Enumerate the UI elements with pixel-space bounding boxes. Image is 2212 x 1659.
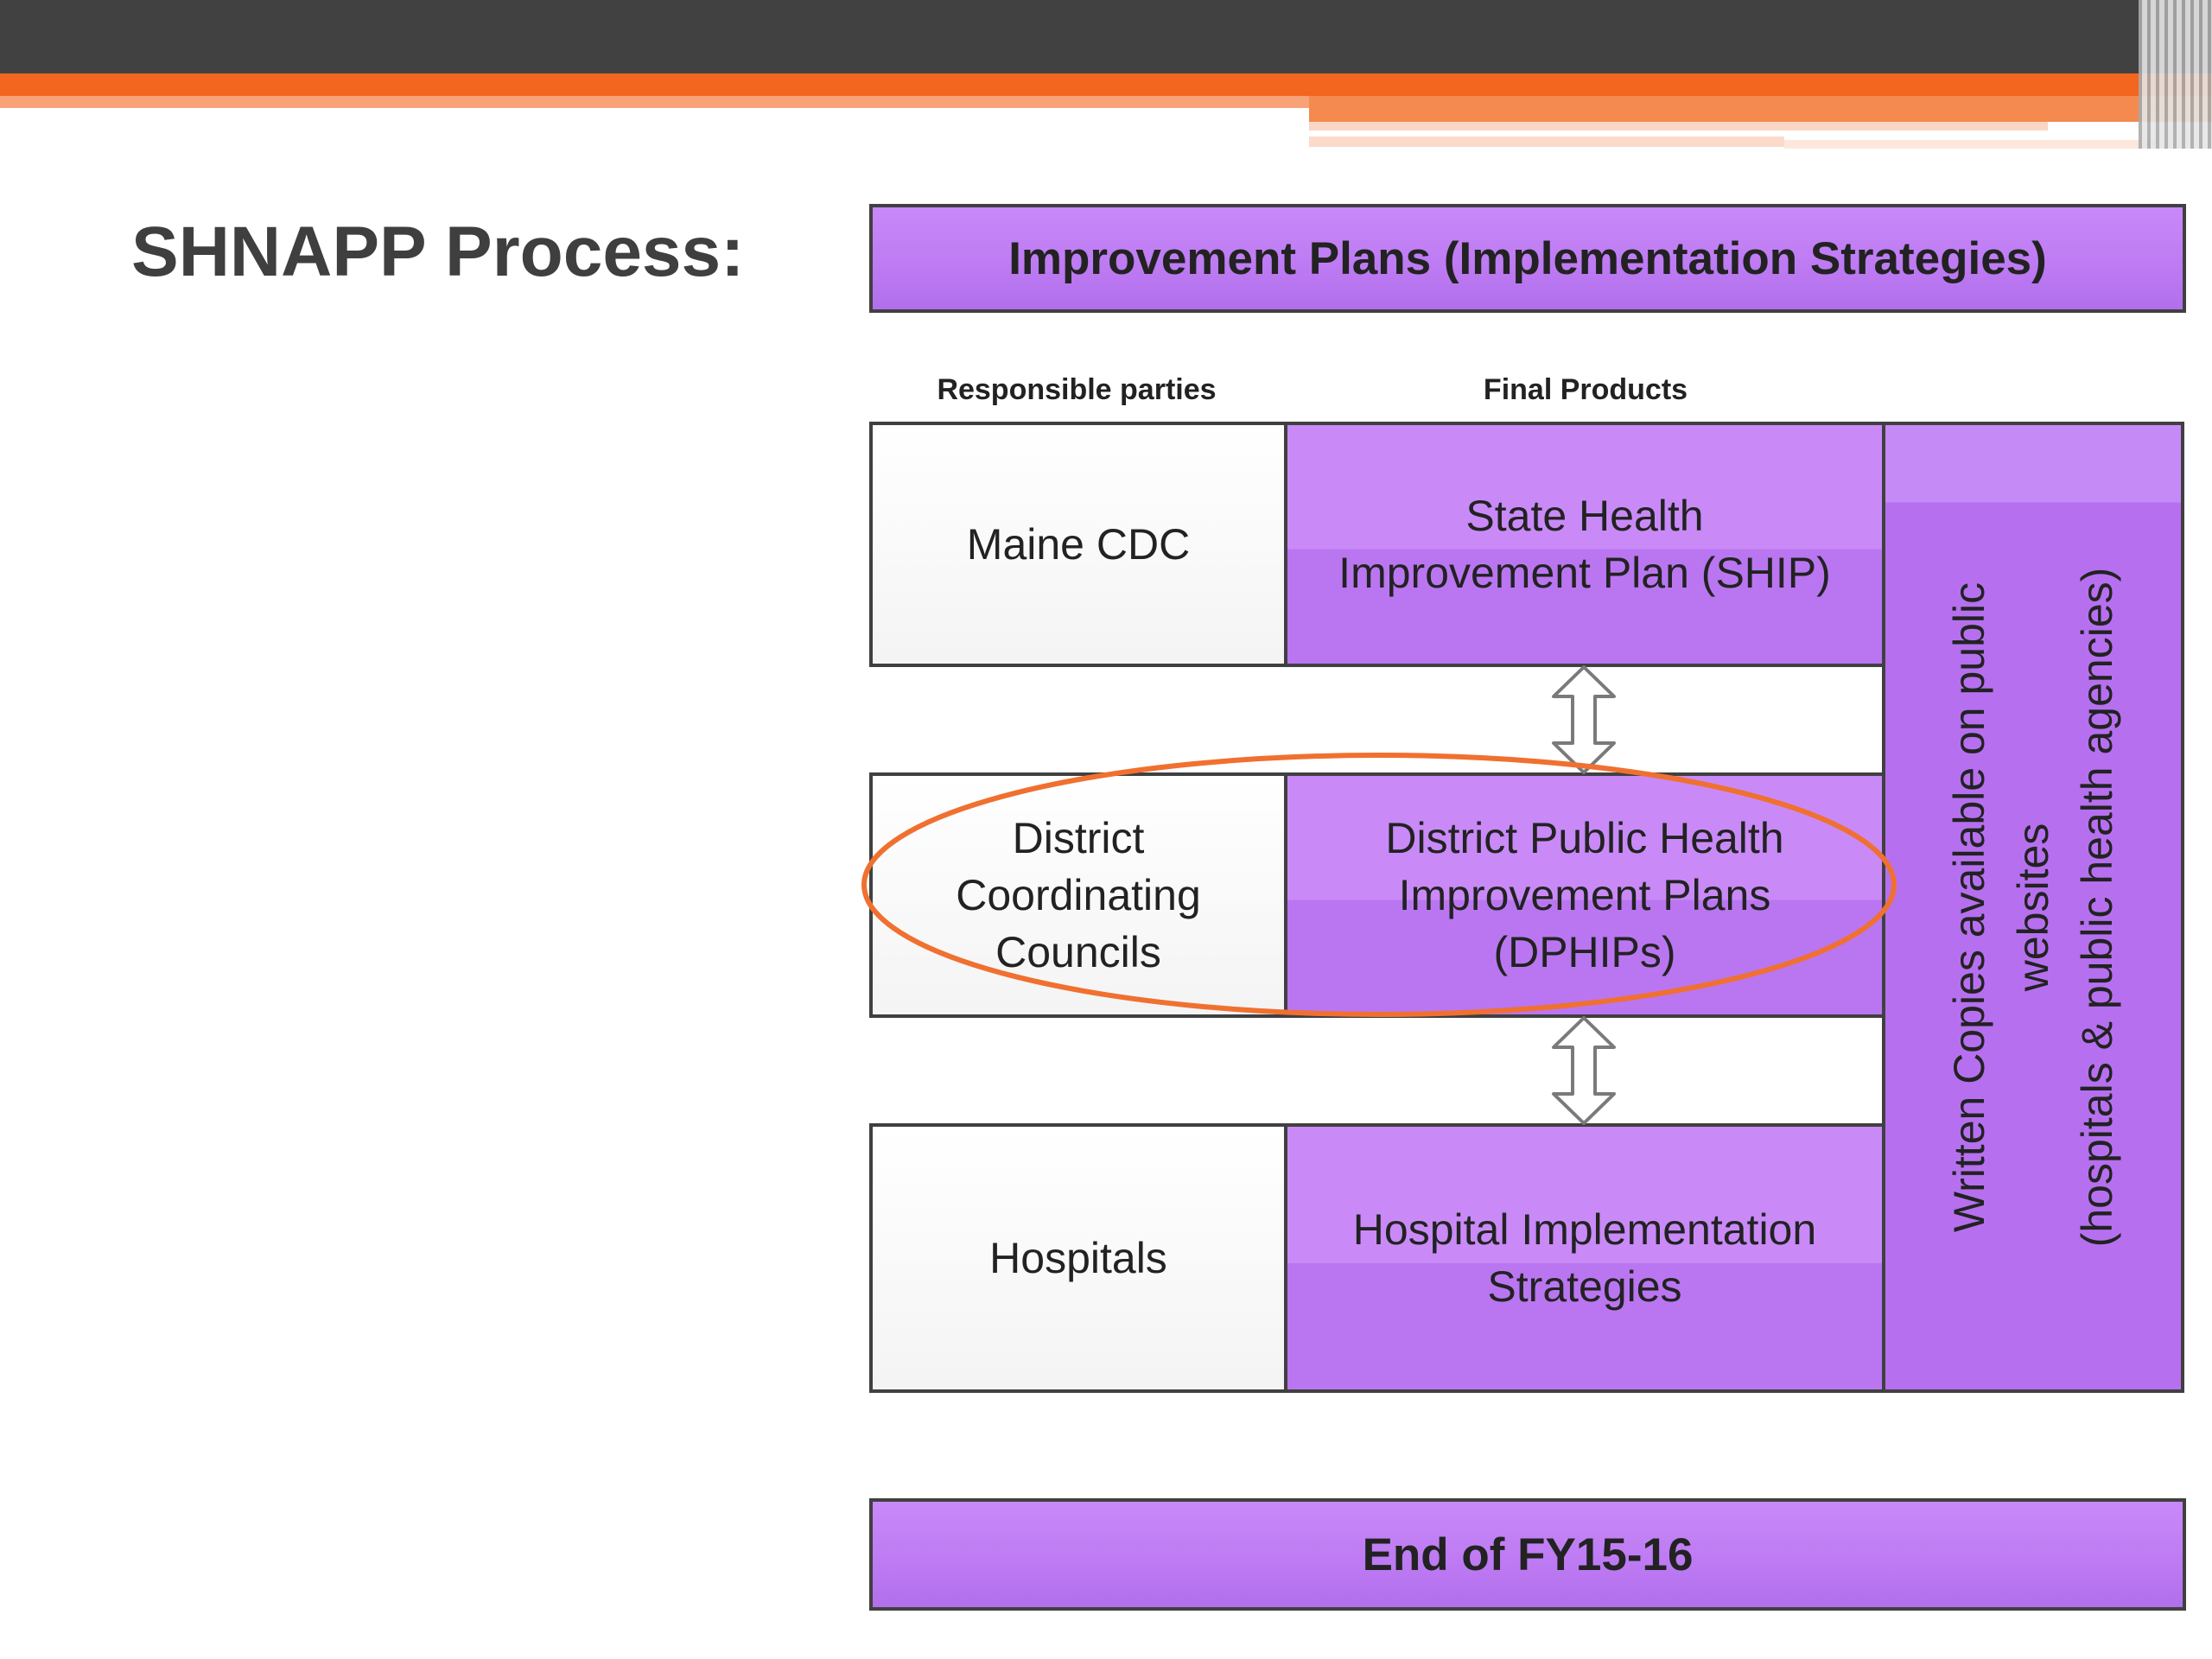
diagram-overlay xyxy=(861,665,1897,1125)
double-arrow-icon xyxy=(1552,1016,1616,1125)
highlight-ellipse xyxy=(861,753,1897,1017)
double-arrow-icon xyxy=(1552,665,1616,774)
